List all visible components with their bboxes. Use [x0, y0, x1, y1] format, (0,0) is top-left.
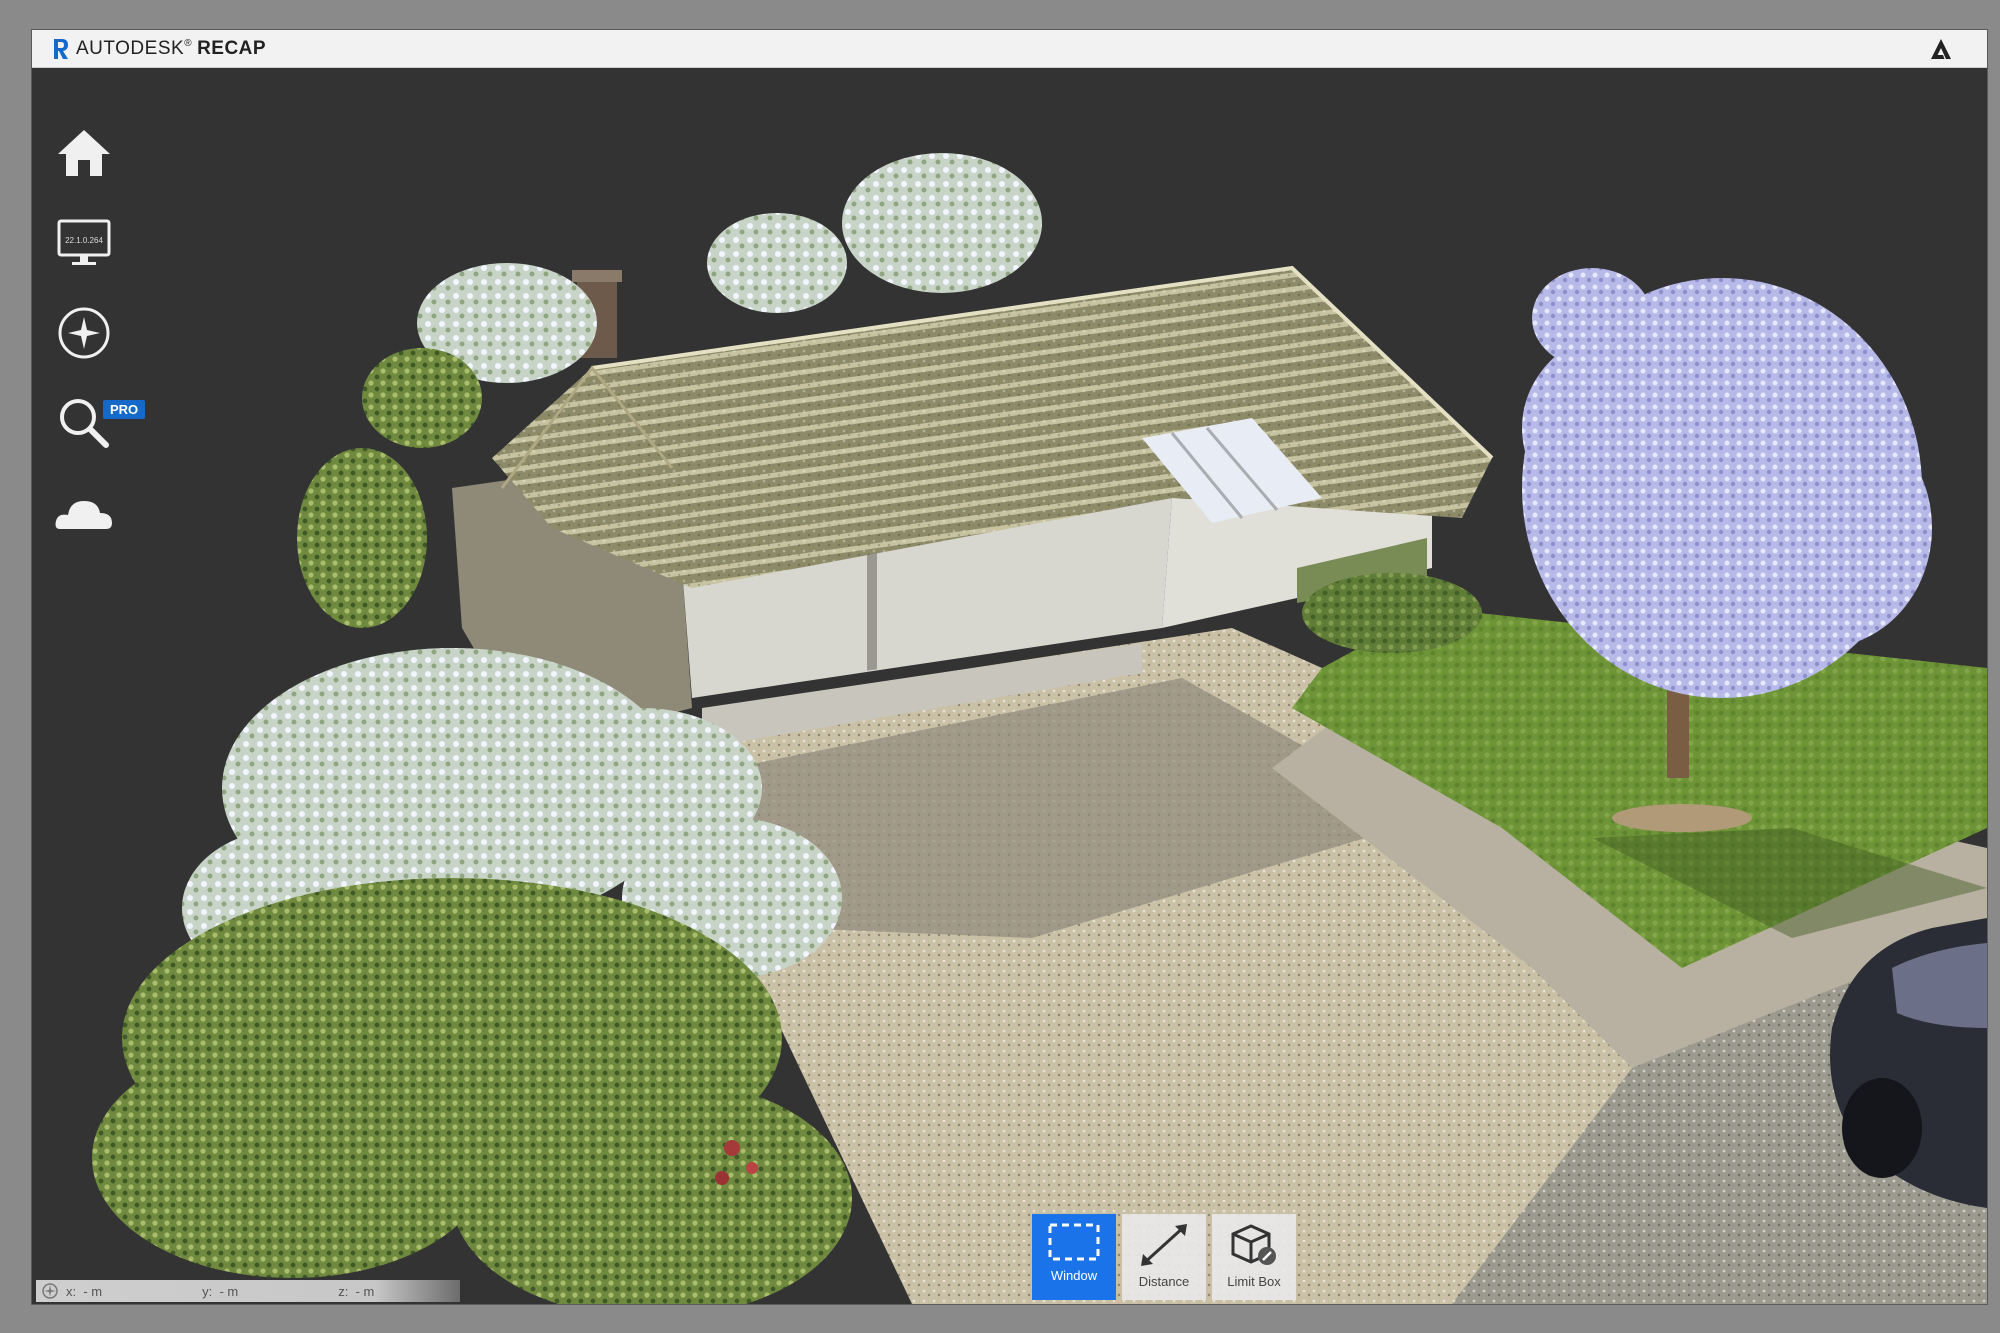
- measure-toolbar: Window Distance Limit Box: [1032, 1214, 1296, 1300]
- recap-window: AUTODESK® RECAP 22.1.0.264 PRO Window Di…: [31, 29, 1988, 1305]
- brand-name: AUTODESK: [76, 37, 185, 59]
- title-bar: AUTODESK® RECAP: [32, 30, 1987, 68]
- app-title: AUTODESK® RECAP: [76, 38, 266, 60]
- sidebar-item-project[interactable]: 22.1.0.264: [51, 210, 117, 276]
- monitor-icon: 22.1.0.264: [57, 219, 111, 265]
- pro-badge: PRO: [103, 400, 146, 419]
- window-select-icon: [1048, 1223, 1100, 1261]
- limit-box-icon: [1231, 1224, 1276, 1265]
- compass-icon: [58, 307, 110, 359]
- cloud-icon: [55, 501, 112, 529]
- point-cloud-scene[interactable]: [32, 68, 1987, 1304]
- point-cloud-viewport[interactable]: 22.1.0.264 PRO Window Distance Limit Box…: [32, 68, 1987, 1304]
- coordinate-compass-icon: [42, 1283, 58, 1299]
- distance-label: Distance: [1138, 1274, 1190, 1289]
- coord-z: z: - m: [338, 1283, 375, 1299]
- autodesk-logo-icon: [1929, 37, 1953, 66]
- window-select-button[interactable]: Window: [1032, 1214, 1116, 1300]
- coordinate-readout: x: - m y: - m z: - m: [36, 1280, 460, 1302]
- sidebar-item-navigate[interactable]: [51, 300, 117, 366]
- recap-logo-icon: [52, 37, 70, 61]
- product-name: RECAP: [197, 37, 267, 59]
- coord-y: y: - m: [202, 1283, 239, 1299]
- sidebar-item-search[interactable]: PRO: [51, 390, 146, 456]
- coord-x: x: - m: [66, 1283, 103, 1299]
- window-select-label: Window: [1050, 1268, 1098, 1283]
- limit-box-button[interactable]: Limit Box: [1212, 1214, 1296, 1300]
- sidebar-item-home[interactable]: [51, 120, 117, 186]
- home-icon: [58, 130, 110, 176]
- limit-box-label: Limit Box: [1227, 1274, 1281, 1289]
- brand-registered-mark: ®: [184, 38, 193, 50]
- sidebar-item-cloud[interactable]: [51, 480, 117, 546]
- version-label: 22.1.0.264: [65, 236, 103, 245]
- distance-button[interactable]: Distance: [1122, 1214, 1206, 1300]
- distance-icon: [1141, 1224, 1187, 1266]
- sidebar: 22.1.0.264 PRO: [44, 120, 146, 570]
